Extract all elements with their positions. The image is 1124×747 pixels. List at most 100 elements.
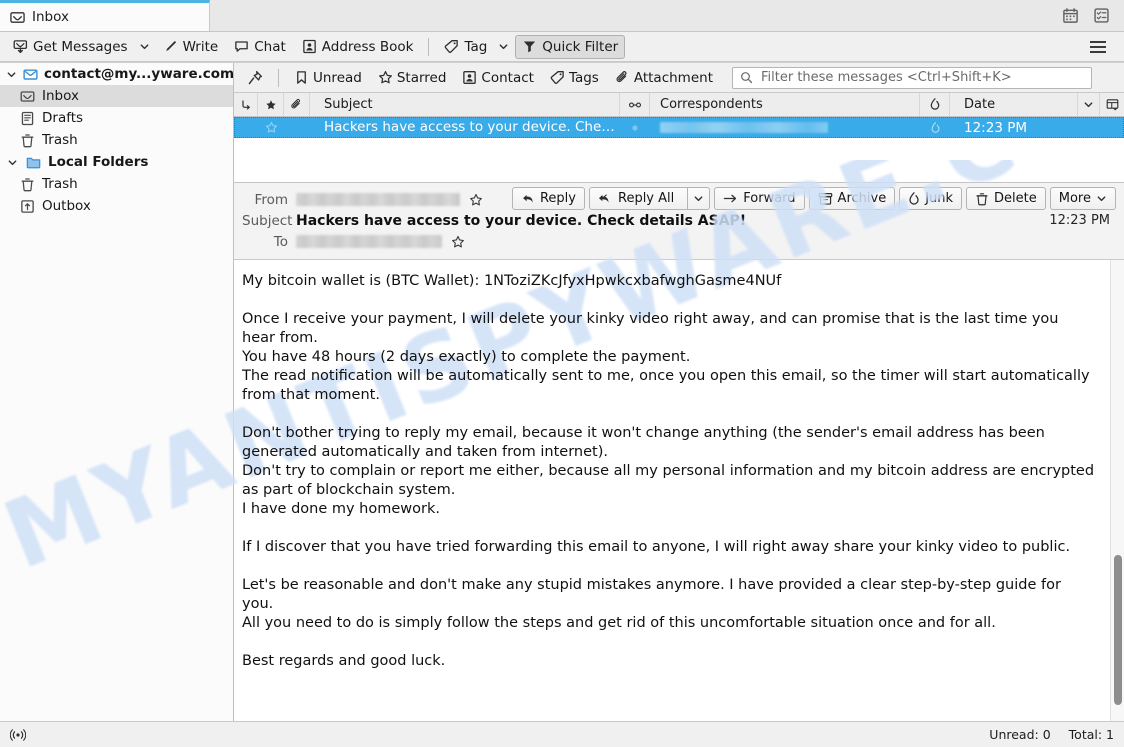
quick-filter-pin-button[interactable] [240, 66, 270, 89]
get-messages-label: Get Messages [33, 38, 128, 55]
status-total: Total: 1 [1068, 727, 1114, 742]
chat-bubble-icon [234, 39, 249, 54]
column-header-date-label: Date [964, 97, 996, 112]
row-junk-toggle[interactable] [920, 117, 950, 138]
hamburger-line [1090, 45, 1106, 48]
redacted-from-address [296, 193, 460, 206]
folder-account-local-folders[interactable]: Local Folders [0, 151, 233, 173]
get-messages-split-button[interactable]: Get Messages [6, 35, 154, 59]
folder-item-inbox[interactable]: Inbox [0, 85, 233, 107]
row-correspondents [650, 117, 920, 138]
write-button[interactable]: Write [156, 35, 226, 59]
chevron-down-icon[interactable] [6, 69, 17, 80]
get-messages-button[interactable]: Get Messages [6, 35, 135, 59]
more-label: More [1058, 191, 1091, 206]
reply-all-split-button[interactable]: Reply All [589, 187, 711, 210]
column-header-junk[interactable] [920, 93, 950, 116]
folder-item-trash[interactable]: Trash [0, 129, 233, 151]
chevron-down-icon [1083, 99, 1094, 110]
folder-item-label: Drafts [42, 110, 84, 126]
star-column-icon [265, 99, 277, 111]
row-star-toggle[interactable] [258, 117, 284, 138]
write-label: Write [182, 38, 219, 55]
column-header-correspondents[interactable]: Correspondents [650, 93, 920, 116]
from-label: From [254, 191, 288, 208]
column-header-thread[interactable] [234, 93, 258, 116]
forward-button[interactable]: Forward [714, 187, 805, 210]
from-star-toggle[interactable] [469, 193, 483, 207]
column-header-date[interactable]: Date [950, 93, 1078, 116]
reply-button[interactable]: Reply [511, 187, 585, 210]
folder-item-outbox[interactable]: Outbox [0, 195, 233, 217]
app-menu-button[interactable] [1082, 37, 1114, 57]
search-icon [740, 71, 753, 84]
contact-card-icon [462, 70, 477, 85]
chevron-down-icon[interactable] [6, 157, 19, 168]
tasks-icon[interactable] [1093, 7, 1110, 24]
tag-label: Tag [464, 38, 488, 55]
quick-filter-contact-label: Contact [481, 69, 534, 86]
folder-item-local-trash[interactable]: Trash [0, 173, 233, 195]
quick-filter-tags-button[interactable]: Tags [543, 66, 606, 89]
inbox-icon [19, 89, 36, 104]
thread-column-headers: Subject Correspondents Date [234, 93, 1124, 117]
column-header-unread[interactable] [620, 93, 650, 116]
delete-label: Delete [994, 191, 1037, 206]
column-header-star[interactable] [258, 93, 284, 116]
toolbar-separator [428, 37, 430, 56]
message-body-blank-line [242, 519, 1096, 538]
chevron-down-icon [693, 193, 704, 204]
chevron-down-icon [1096, 193, 1107, 204]
download-mail-icon [13, 39, 28, 54]
star-icon [378, 70, 393, 85]
tag-button[interactable]: Tag [437, 35, 494, 59]
table-row[interactable]: Hackers have access to your device. Chec… [234, 117, 1124, 138]
quick-filter-button[interactable]: Quick Filter [515, 34, 626, 59]
to-star-toggle[interactable] [451, 235, 465, 249]
column-header-subject-label: Subject [324, 97, 373, 112]
quick-filter-search-box[interactable] [732, 66, 1092, 89]
junk-button[interactable]: Junk [899, 187, 963, 210]
tag-dropdown-arrow[interactable] [494, 39, 513, 54]
column-picker-button[interactable] [1100, 93, 1124, 116]
main-split: contact@my...yware.com Inbox Drafts Tras… [0, 62, 1124, 721]
quick-filter-separator [278, 68, 279, 87]
folder-account-contact[interactable]: contact@my...yware.com [0, 63, 233, 85]
reply-all-button[interactable]: Reply All [590, 188, 682, 209]
quick-filter-starred-button[interactable]: Starred [371, 66, 454, 89]
calendar-icon[interactable] [1062, 7, 1079, 24]
quick-filter-contact-button[interactable]: Contact [455, 66, 541, 89]
chat-button[interactable]: Chat [227, 35, 293, 59]
message-body-line: If I discover that you have tried forwar… [242, 539, 1071, 555]
column-header-subject[interactable]: Subject [310, 93, 620, 116]
message-body-line: The read notification will be automatica… [242, 368, 1090, 403]
row-subject: Hackers have access to your device. Chec… [324, 119, 620, 135]
thread-list[interactable]: Hackers have access to your device. Chec… [234, 117, 1124, 183]
reply-all-dropdown-arrow[interactable] [687, 188, 709, 209]
tag-split-button[interactable]: Tag [437, 35, 513, 59]
quick-filter-unread-button[interactable]: Unread [287, 66, 369, 89]
scrollbar-thumb[interactable] [1114, 555, 1122, 705]
address-book-button[interactable]: Address Book [295, 35, 421, 59]
get-messages-dropdown-arrow[interactable] [135, 39, 154, 54]
quick-filter-search-input[interactable] [759, 69, 1084, 86]
message-body-scrollbar[interactable] [1110, 260, 1124, 721]
quick-filter-attachment-button[interactable]: Attachment [608, 66, 720, 89]
column-header-attachment[interactable] [284, 93, 310, 116]
folder-item-drafts[interactable]: Drafts [0, 107, 233, 129]
folder-item-label: Trash [42, 132, 78, 148]
archive-button[interactable]: Archive [808, 187, 896, 210]
more-button[interactable]: More [1049, 187, 1116, 210]
column-sort-indicator[interactable] [1078, 93, 1100, 116]
trash-icon [19, 133, 36, 148]
chat-label: Chat [254, 38, 286, 55]
tab-inbox[interactable]: Inbox [0, 0, 210, 31]
funnel-icon [522, 39, 537, 54]
row-thread-cell [234, 117, 258, 138]
message-body-wrap: My bitcoin wallet is (BTC Wallet): 1NToz… [234, 260, 1124, 721]
delete-button[interactable]: Delete [966, 187, 1046, 210]
trash-icon [975, 192, 989, 206]
message-body-blank-line [242, 557, 1096, 576]
message-body-line: Don't bother trying to reply my email, b… [242, 425, 1045, 460]
row-unread-toggle[interactable] [620, 117, 650, 138]
